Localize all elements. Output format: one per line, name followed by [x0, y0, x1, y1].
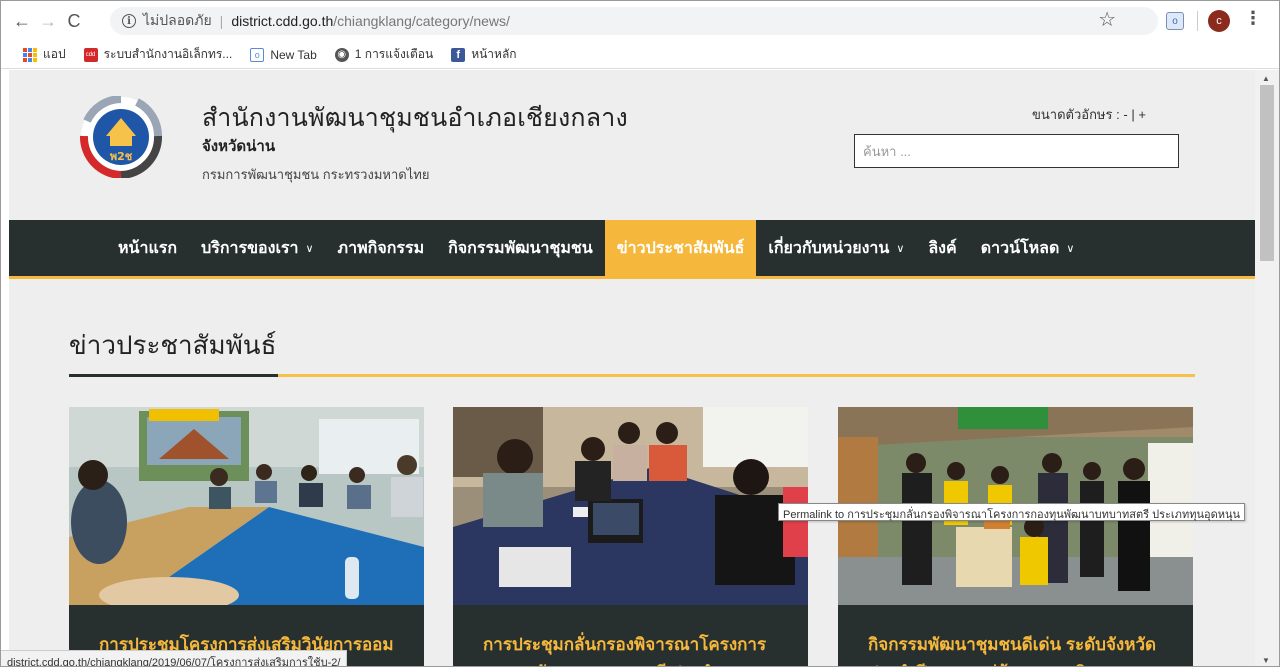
- bookmark-facebook-home[interactable]: f หน้าหลัก: [451, 45, 517, 64]
- news-card-image[interactable]: [69, 407, 424, 605]
- search-input[interactable]: [854, 134, 1179, 168]
- site-header: พ2ช สำนักงานพัฒนาชุมชนอำเภอเชียงกลาง จัง…: [9, 70, 1255, 220]
- logo-lettering: พ2ช: [110, 150, 133, 163]
- nav-item[interactable]: ภาพกิจกรรม: [326, 220, 437, 276]
- bookmark-apps[interactable]: แอป: [23, 45, 66, 64]
- font-size-decrease-button[interactable]: -: [1123, 107, 1127, 122]
- scroll-down-arrow-icon[interactable]: ▼: [1262, 656, 1270, 665]
- font-size-control: ขนาดตัวอักษร : - | +: [1032, 104, 1146, 125]
- scrollbar-thumb[interactable]: [1260, 85, 1274, 261]
- nav-item-label: ภาพกิจกรรม: [337, 239, 425, 257]
- bookmarks-bar: แอป cdd ระบบสำนักงานอิเล็กทร... o New Ta…: [1, 41, 1279, 69]
- font-size-separator: |: [1131, 107, 1135, 122]
- nav-item[interactable]: เกี่ยวกับหน่วยงาน ∨: [756, 220, 916, 276]
- web-page: พ2ช สำนักงานพัฒนาชุมชนอำเภอเชียงกลาง จัง…: [9, 70, 1255, 666]
- page-scrollbar[interactable]: ▲ ▼: [1255, 70, 1279, 666]
- status-bar-url: district.cdd.go.th/chiangklang/2019/06/0…: [1, 650, 348, 666]
- bookmark-label: แอป: [43, 47, 66, 61]
- scroll-up-arrow-icon[interactable]: ▲: [1262, 74, 1270, 83]
- apps-grid-icon: [23, 47, 37, 62]
- nav-item[interactable]: ลิงค์: [916, 220, 968, 276]
- bookmark-label: New Tab: [270, 47, 317, 62]
- bookmark-new-tab[interactable]: o New Tab: [250, 47, 317, 62]
- facebook-icon: f: [451, 47, 466, 62]
- security-label[interactable]: ไม่ปลอดภัย: [143, 10, 212, 32]
- news-card-title[interactable]: กิจกรรมพัฒนาชุมชนดีเด่น ระดับจังหวัด ประ…: [868, 631, 1173, 666]
- bookmark-label: 1 การแจ้งเตือน: [354, 47, 434, 61]
- info-icon[interactable]: i: [122, 14, 136, 28]
- nav-item[interactable]: กิจกรรมพัฒนาชุมชน: [436, 220, 605, 276]
- url-domain[interactable]: district.cdd.go.th: [231, 13, 333, 29]
- news-card-image[interactable]: [453, 407, 808, 605]
- extension-icon[interactable]: o: [1166, 12, 1184, 30]
- profile-avatar[interactable]: c: [1208, 10, 1230, 32]
- permalink-tooltip: Permalink to การประชุมกลั่นกรองพิจารณาโค…: [778, 503, 1245, 521]
- back-arrow-icon[interactable]: ←: [9, 8, 35, 34]
- nav-item[interactable]: ข่าวประชาสัมพันธ์: [604, 220, 757, 276]
- cdd-office-icon: cdd: [83, 47, 98, 62]
- page-title: ข่าวประชาสัมพันธ์: [69, 330, 277, 360]
- toolbar-divider: [1197, 11, 1198, 31]
- notification-globe-icon: ◉: [334, 47, 349, 62]
- news-card[interactable]: การประชุมกลั่นกรองพิจารณาโครงการ กองทุนพ…: [453, 407, 808, 666]
- heading-underline-gold: [278, 374, 1195, 377]
- cdd-logo[interactable]: พ2ช: [80, 96, 162, 178]
- address-bar[interactable]: i ไม่ปลอดภัย | district.cdd.go.th/chiang…: [110, 7, 1158, 35]
- bookmark-cdd-office[interactable]: cdd ระบบสำนักงานอิเล็กทร...: [83, 45, 233, 64]
- nav-item-label: ลิงค์: [928, 239, 957, 257]
- nav-item-label: เกี่ยวกับหน่วยงาน: [768, 239, 890, 257]
- heading-underline-dark: [69, 374, 278, 377]
- browser-window: ← → C i ไม่ปลอดภัย | district.cdd.go.th /…: [0, 0, 1280, 667]
- news-card[interactable]: การประชุมโครงการส่งเสริมวินัยการออม: [69, 407, 424, 666]
- address-separator: |: [219, 13, 224, 29]
- nav-item-label: ดาวน์โหลด: [980, 239, 1060, 257]
- site-department: กรมการพัฒนาชุมชน กระทรวงมหาดไทย: [202, 167, 430, 182]
- bookmark-label: ระบบสำนักงานอิเล็กทร...: [103, 47, 233, 61]
- nav-item[interactable]: บริการของเรา ∨: [189, 220, 325, 276]
- nav-item-label: ข่าวประชาสัมพันธ์: [616, 239, 745, 257]
- new-tab-icon: o: [250, 47, 265, 62]
- news-card[interactable]: กิจกรรมพัฒนาชุมชนดีเด่น ระดับจังหวัด ประ…: [838, 407, 1193, 666]
- font-size-label: ขนาดตัวอักษร :: [1032, 107, 1120, 122]
- nav-item-label: บริการของเรา: [201, 239, 299, 257]
- nav-item-label: หน้าแรก: [118, 239, 178, 257]
- url-path[interactable]: /chiangklang/category/news/: [333, 13, 510, 29]
- nav-item-label: กิจกรรมพัฒนาชุมชน: [448, 239, 593, 257]
- bookmark-notifications[interactable]: ◉ 1 การแจ้งเตือน: [334, 45, 434, 64]
- forward-arrow-icon[interactable]: →: [35, 8, 61, 34]
- nav-item[interactable]: ดาวน์โหลด ∨: [969, 220, 1087, 276]
- browser-toolbar: ← → C i ไม่ปลอดภัย | district.cdd.go.th /…: [1, 1, 1279, 41]
- main-nav: หน้าแรก บริการของเรา ∨ ภาพกิจกรรม กิจกรรมพัฒ…: [9, 220, 1255, 279]
- nav-item[interactable]: หน้าแรก: [106, 220, 189, 276]
- font-size-increase-button[interactable]: +: [1138, 107, 1146, 122]
- bookmark-star-icon[interactable]: ☆: [1098, 7, 1116, 32]
- site-province: จังหวัดน่าน: [202, 138, 276, 155]
- browser-menu-icon[interactable]: ⋮: [1244, 9, 1262, 27]
- chevron-down-icon: ∨: [1066, 242, 1075, 255]
- chevron-down-icon: ∨: [305, 242, 314, 255]
- reload-icon[interactable]: C: [61, 8, 87, 34]
- news-card-title[interactable]: การประชุมกลั่นกรองพิจารณาโครงการ กองทุนพ…: [483, 631, 788, 666]
- bookmark-label: หน้าหลัก: [471, 47, 517, 61]
- chevron-down-icon: ∨: [896, 242, 905, 255]
- site-title[interactable]: สำนักงานพัฒนาชุมชนอำเภอเชียงกลาง: [202, 98, 628, 138]
